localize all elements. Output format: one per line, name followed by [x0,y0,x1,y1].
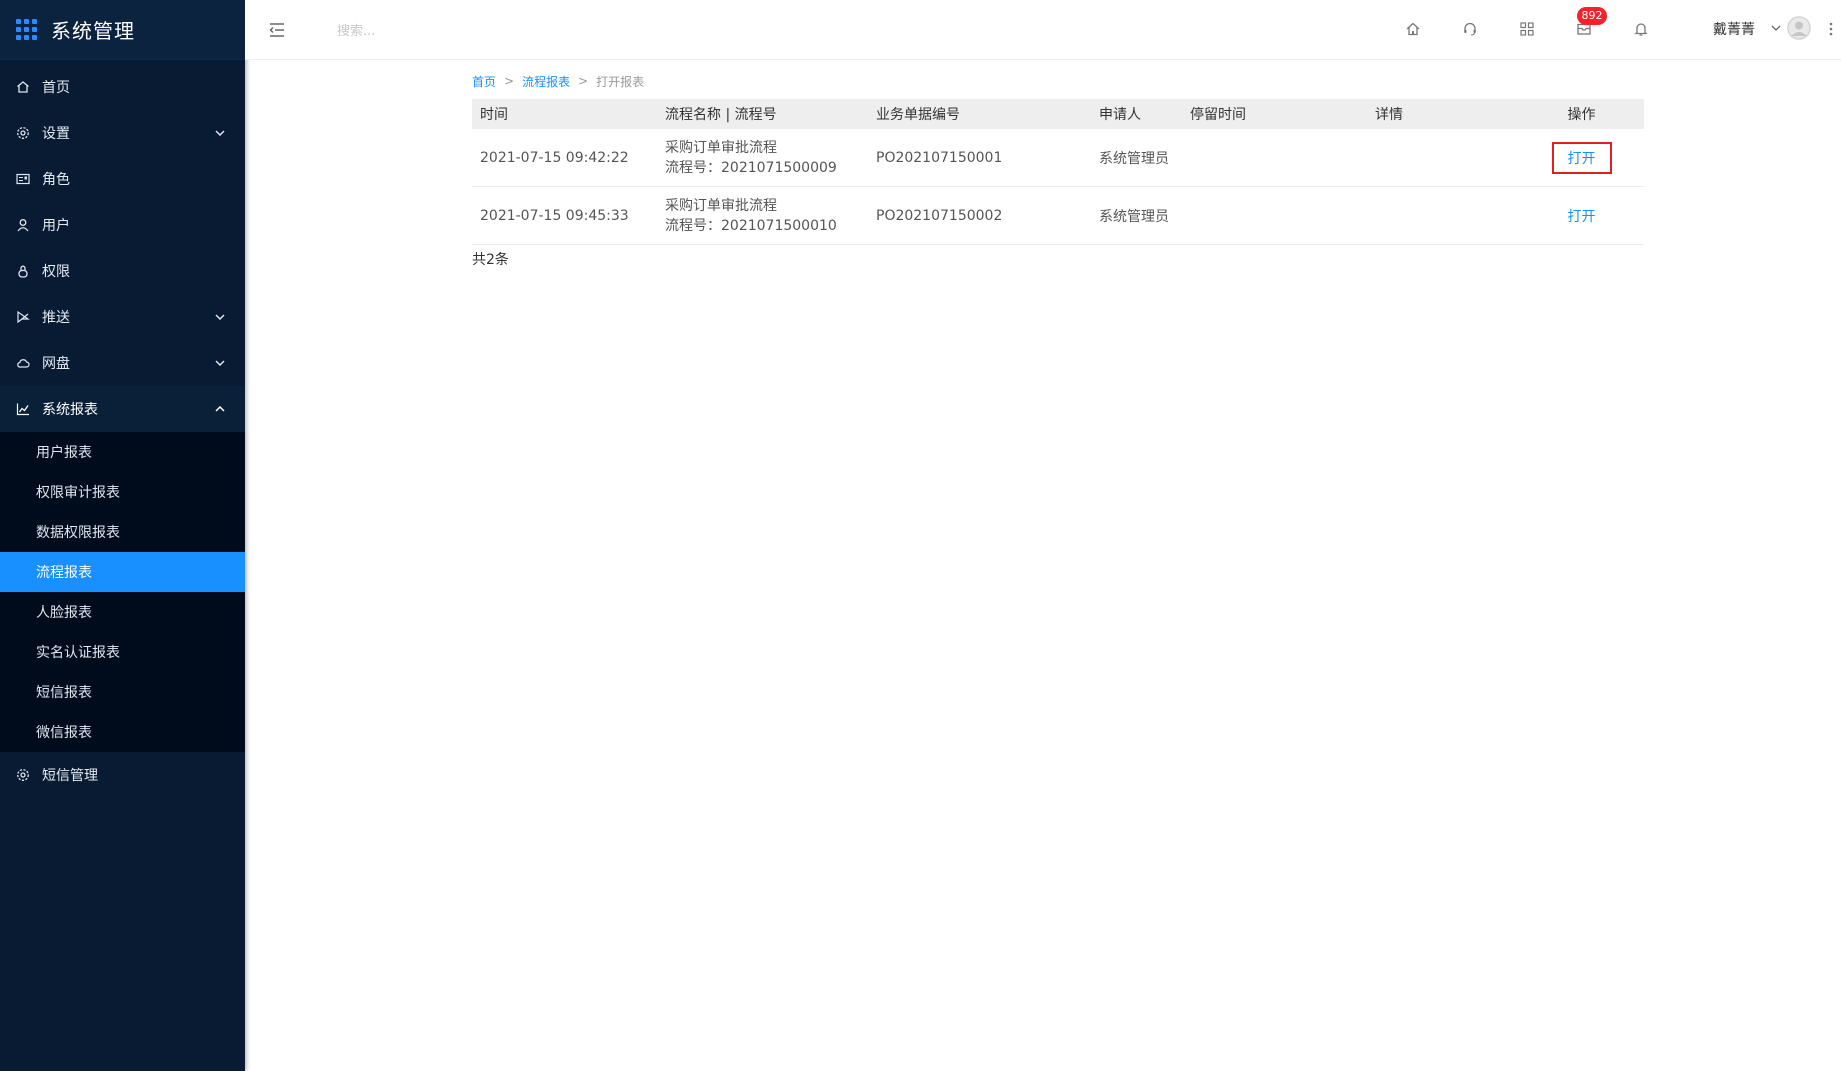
open-button[interactable]: 打开 [1551,141,1612,174]
cell-flow-name: 采购订单审批流程 [665,139,777,156]
sidebar-item-system-reports[interactable]: 系统报表 [0,386,245,432]
cell-time: 2021-07-15 09:42:22 [472,129,657,187]
sidebar-item-label: 首页 [42,80,70,96]
sidebar-item-home[interactable]: 首页 [0,64,245,110]
sidebar-item-label: 网盘 [42,356,70,372]
total-count: 共2条 [472,252,509,268]
avatar[interactable] [1787,16,1811,40]
cell-detail [1367,186,1519,245]
sidebar-menu: 首页 设置 角色 用户 权限 推送 网盘 系统报表 用户报表 权限审计报表 数据… [0,64,245,798]
menu-collapse-icon[interactable] [267,20,287,40]
sidebar-item-netdisk[interactable]: 网盘 [0,340,245,386]
sidebar-item-settings[interactable]: 设置 [0,110,245,156]
cell-flow-no: 流程号：2021071500010 [665,217,837,234]
cell-doc-no: PO202107150002 [868,186,1091,245]
cell-flow: 采购订单审批流程 流程号：2021071500009 [657,129,868,187]
search-input[interactable] [335,18,639,44]
chevron-down-icon [213,356,227,370]
top-bar: 892 戴菁菁 [245,0,1841,60]
col-header-doc-no: 业务单据编号 [868,99,1091,129]
cell-applicant: 系统管理员 [1091,129,1182,187]
system-reports-submenu: 用户报表 权限审计报表 数据权限报表 流程报表 人脸报表 实名认证报表 短信报表… [0,432,245,752]
sidebar-item-label: 角色 [42,172,70,188]
chevron-up-icon [213,402,227,416]
process-report-table: 时间 流程名称 | 流程号 业务单据编号 申请人 停留时间 详情 操作 2021… [472,99,1644,245]
sidebar-subitem-wechat-report[interactable]: 微信报表 [0,712,245,752]
cell-time: 2021-07-15 09:45:33 [472,186,657,245]
cell-applicant: 系统管理员 [1091,186,1182,245]
sidebar-item-label: 系统报表 [42,402,98,418]
col-header-action: 操作 [1519,99,1644,129]
open-button[interactable]: 打开 [1552,200,1612,232]
sidebar-header: 系统管理 [0,0,245,60]
line-chart-icon [14,400,32,418]
sidebar-subitem-user-report[interactable]: 用户报表 [0,432,245,472]
main-content: 首页 > 流程报表 > 打开报表 时间 流程名称 | 流程号 业务单据编号 申请… [472,72,1644,269]
home-icon [14,78,32,96]
sidebar-item-label: 推送 [42,310,70,326]
col-header-flow: 流程名称 | 流程号 [657,99,868,129]
sidebar-subitem-face-report[interactable]: 人脸报表 [0,592,245,632]
bell-icon[interactable] [1630,18,1652,40]
sidebar-item-label: 用户 [42,218,70,234]
breadcrumb-separator: > [504,74,515,88]
cloud-icon [14,354,32,372]
sidebar-item-label: 设置 [42,126,70,142]
sidebar-item-permissions[interactable]: 权限 [0,248,245,294]
col-header-time: 时间 [472,99,657,129]
home-icon[interactable] [1402,18,1424,40]
sidebar-subitem-permission-audit-report[interactable]: 权限审计报表 [0,472,245,512]
sidebar-subitem-sms-report[interactable]: 短信报表 [0,672,245,712]
cell-flow-no: 流程号：2021071500009 [665,159,837,176]
id-card-icon [14,170,32,188]
cell-stay-time [1182,129,1367,187]
chevron-down-icon [213,310,227,324]
app-title: 系统管理 [51,19,135,43]
col-header-applicant: 申请人 [1091,99,1182,129]
cell-detail [1367,129,1519,187]
cell-doc-no: PO202107150001 [868,129,1091,187]
apps-icon[interactable] [1516,18,1538,40]
user-icon [14,216,32,234]
sidebar: 系统管理 首页 设置 角色 用户 权限 推送 网盘 系统报表 用户报表 权限审计… [0,0,245,1071]
cell-action: 打开 [1519,129,1644,187]
breadcrumb-separator: > [578,74,589,88]
col-header-stay-time: 停留时间 [1182,99,1367,129]
table-header-row: 时间 流程名称 | 流程号 业务单据编号 申请人 停留时间 详情 操作 [472,99,1644,129]
chevron-down-icon [213,126,227,140]
sidebar-item-label: 权限 [42,264,70,280]
col-header-detail: 详情 [1367,99,1519,129]
sidebar-item-label: 短信管理 [42,768,98,784]
message-count-badge: 892 [1577,7,1607,25]
breadcrumb-current: 打开报表 [596,74,645,89]
gear-icon [14,766,32,784]
breadcrumb-process-report-link[interactable]: 流程报表 [522,73,570,90]
sidebar-item-sms-management[interactable]: 短信管理 [0,752,245,798]
table-row: 2021-07-15 09:42:22 采购订单审批流程 流程号：2021071… [472,129,1644,187]
lock-icon [14,262,32,280]
headset-icon[interactable] [1459,18,1481,40]
breadcrumb-home-link[interactable]: 首页 [472,73,496,90]
user-name[interactable]: 戴菁菁 [1713,19,1755,39]
cell-action: 打开 [1519,186,1644,245]
sidebar-item-roles[interactable]: 角色 [0,156,245,202]
apps-grid-icon[interactable] [16,19,37,40]
cell-flow-name: 采购订单审批流程 [665,197,777,214]
gear-icon [14,124,32,142]
table-row: 2021-07-15 09:45:33 采购订单审批流程 流程号：2021071… [472,186,1644,245]
send-icon [14,308,32,326]
sidebar-subitem-process-report[interactable]: 流程报表 [0,552,245,592]
sidebar-item-push[interactable]: 推送 [0,294,245,340]
sidebar-subitem-realname-report[interactable]: 实名认证报表 [0,632,245,672]
cell-flow: 采购订单审批流程 流程号：2021071500010 [657,186,868,245]
breadcrumb: 首页 > 流程报表 > 打开报表 [472,72,1644,90]
more-options-icon[interactable] [1827,18,1835,40]
cell-stay-time [1182,186,1367,245]
sidebar-subitem-data-permission-report[interactable]: 数据权限报表 [0,512,245,552]
sidebar-item-users[interactable]: 用户 [0,202,245,248]
chevron-down-icon[interactable] [1770,20,1782,34]
